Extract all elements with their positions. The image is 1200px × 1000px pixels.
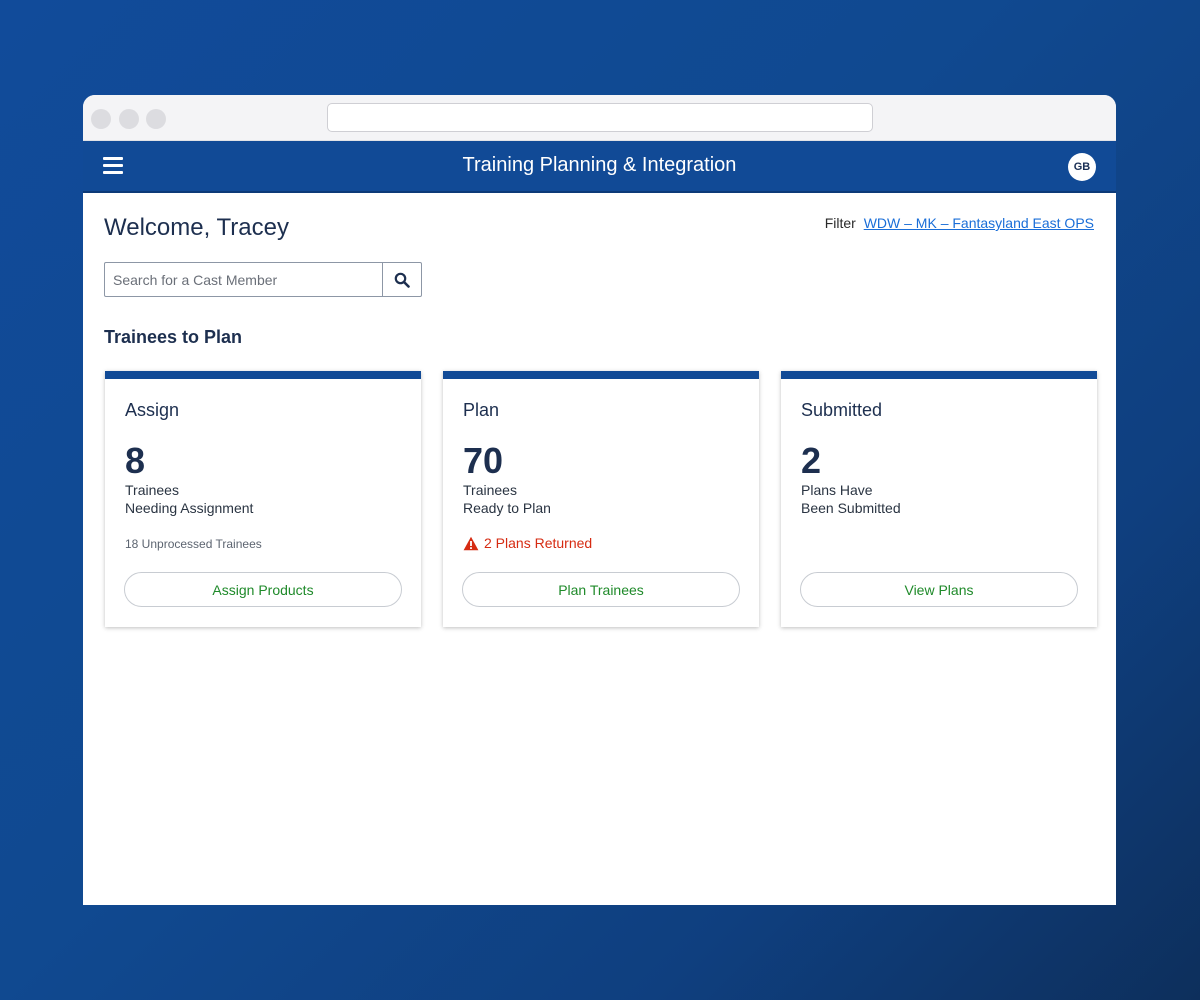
unprocessed-note: 18 Unprocessed Trainees [125,537,262,551]
card-description-line: Trainees [463,482,517,498]
submitted-card: Submitted 2 Plans Have Been Submitted Vi… [781,371,1097,627]
card-description: Plans Have Been Submitted [801,481,901,517]
search-box [104,262,422,297]
card-description: Trainees Needing Assignment [125,481,253,517]
card-title: Plan [463,400,500,420]
filter-link[interactable]: WDW – MK – Fantasyland East OPS [864,215,1094,231]
welcome-greeting: Welcome, [104,214,211,241]
card-description-line: Needing Assignment [125,500,254,516]
app-title: Training Planning & Integration [462,154,737,176]
card-count: 70 [463,440,504,481]
card-description-line: Ready to Plan [463,500,551,516]
view-plans-button[interactable]: View Plans [800,572,1078,607]
user-avatar[interactable]: GB [1068,153,1096,181]
card-count: 2 [801,440,822,481]
search-input[interactable] [105,263,382,296]
card-description-line: Been Submitted [801,500,901,516]
main-content: Welcome, Tracey Filter WDW – MK – Fantas… [83,193,1116,905]
welcome-user-name: Tracey [216,214,289,241]
plan-trainees-button[interactable]: Plan Trainees [462,572,740,607]
search-icon [394,272,410,288]
welcome-heading: Welcome, Tracey [104,214,289,242]
warning-icon [463,536,479,550]
window-close-dot[interactable] [91,109,111,129]
window-minimize-dot[interactable] [119,109,139,129]
filter-label: Filter [824,215,856,231]
search-button[interactable] [382,263,421,296]
card-description: Trainees Ready to Plan [463,481,551,517]
browser-chrome [83,95,1116,141]
card-description-line: Trainees [125,482,179,498]
assign-card: Assign 8 Trainees Needing Assignment 18 … [105,371,421,627]
card-title: Assign [125,400,180,420]
app-header: Training Planning & Integration GB [83,141,1116,193]
warning-text: 2 Plans Returned [484,535,593,551]
section-title: Trainees to Plan [104,327,243,347]
card-count: 8 [125,440,146,481]
filter-control: Filter WDW – MK – Fantasyland East OPS [825,215,1094,231]
plan-card: Plan 70 Trainees Ready to Plan 2 Plans R… [443,371,759,627]
address-bar[interactable] [327,103,873,132]
browser-window: Training Planning & Integration GB Welco… [83,95,1116,905]
assign-products-button[interactable]: Assign Products [124,572,402,607]
card-description-line: Plans Have [801,482,873,498]
window-maximize-dot[interactable] [146,109,166,129]
plans-returned-warning[interactable]: 2 Plans Returned [463,535,592,551]
card-title: Submitted [801,400,883,420]
